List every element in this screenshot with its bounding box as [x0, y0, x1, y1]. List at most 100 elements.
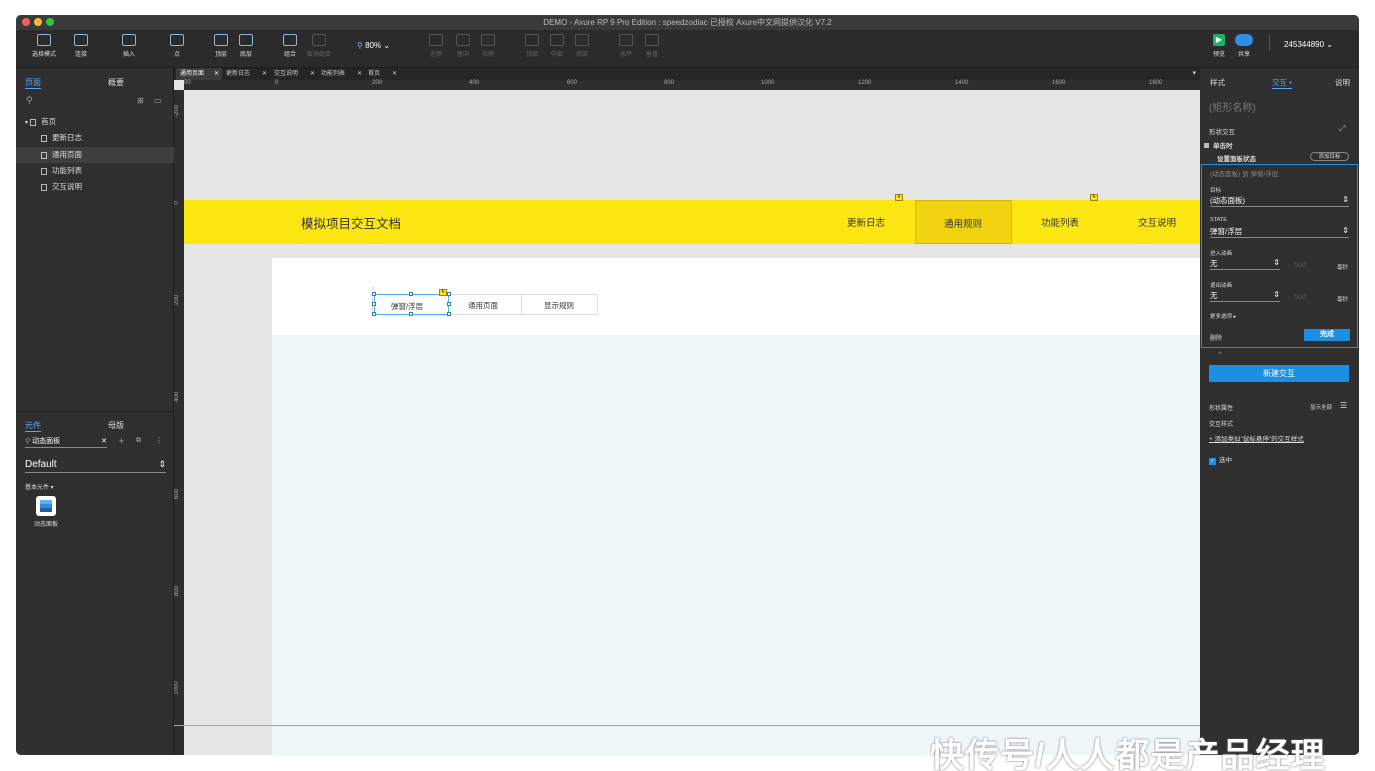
title-bar: DEMO - Axure RP 9 Pro Edition : speedzod…	[16, 15, 1359, 30]
resize-handle[interactable]	[409, 312, 413, 316]
page-item-changelog[interactable]: 更新日志	[16, 130, 174, 146]
ruler-label: -200	[174, 104, 181, 118]
tab-outline[interactable]: 概要	[108, 77, 124, 88]
event-row[interactable]: 单击时	[1204, 140, 1233, 150]
selected-checkbox[interactable]: ✓ 选中	[1209, 454, 1232, 465]
more-options-link[interactable]: 更多选项 ▸	[1210, 312, 1236, 320]
action-summary: (动态面板) 到 弹窗/浮层	[1210, 171, 1279, 178]
nav-interaction[interactable]: 交互说明	[1138, 215, 1176, 229]
resize-handle[interactable]	[372, 302, 376, 306]
menu-icon[interactable]: ☰	[1340, 401, 1347, 410]
add-action-icon[interactable]: +	[1218, 350, 1222, 357]
resize-handle[interactable]	[447, 312, 451, 316]
close-icon[interactable]: ✕	[262, 68, 267, 80]
tab-pages[interactable]: 页面	[25, 77, 41, 89]
doc-tab-general[interactable]: 通用页面 ✕	[176, 68, 222, 80]
exit-animation-select[interactable]: 无 ⇕	[1210, 290, 1280, 302]
subtab-general[interactable]: 通用页面	[452, 294, 522, 315]
exit-duration-input[interactable]: 500	[1294, 292, 1307, 301]
widget-dynamic-panel[interactable]: 动态面板	[30, 496, 62, 528]
close-icon[interactable]: ✕	[214, 68, 219, 80]
chevron-updown-icon: ⇕	[158, 459, 166, 469]
nav-general-rules[interactable]: 通用规则	[915, 200, 1012, 244]
resize-handle[interactable]	[409, 292, 413, 296]
lightning-icon[interactable]: ϟ	[439, 289, 447, 296]
tab-masters[interactable]: 母版	[108, 420, 124, 431]
account-menu[interactable]: 245344890 ⌄	[1284, 40, 1333, 49]
library-select[interactable]: Default ⇕	[25, 459, 166, 473]
add-library-icon[interactable]: +	[119, 436, 124, 446]
target-select[interactable]: (动态面板) ⇕	[1210, 195, 1349, 207]
rotate-handle-icon[interactable]: ♁	[371, 286, 376, 292]
caret-down-icon: ▾	[25, 120, 29, 126]
zoom-select[interactable]: ⚲ 80% ⌄	[357, 41, 390, 50]
nav-features[interactable]: 功能列表	[1041, 215, 1079, 229]
widget-search-input[interactable]: ⚲ 动态面板 ✕	[25, 436, 107, 448]
lightning-icon[interactable]: ϟ	[895, 194, 903, 201]
resize-handle[interactable]	[447, 302, 451, 306]
subtab-display-rules[interactable]: 显示规则	[526, 294, 596, 315]
tab-widgets[interactable]: 元件	[25, 420, 41, 432]
resize-handle[interactable]	[372, 292, 376, 296]
point-button[interactable]: 点	[157, 34, 197, 58]
page-item-interaction[interactable]: 交互说明	[16, 179, 174, 195]
ruler-label: 400	[469, 80, 480, 86]
tab-interaction[interactable]: 交互 •	[1272, 77, 1292, 89]
clear-icon[interactable]: ✕	[101, 436, 107, 448]
close-icon[interactable]: ✕	[392, 68, 397, 80]
category-header[interactable]: 基本元件 ▾	[25, 482, 54, 491]
show-all-link[interactable]: 显示全部	[1310, 403, 1332, 411]
state-select[interactable]: 弹窗/浮层 ⇕	[1210, 226, 1349, 238]
page-item-home[interactable]: ▾ 首页	[16, 114, 174, 130]
new-interaction-button[interactable]: 新建交互	[1209, 365, 1349, 382]
nav-changelog[interactable]: 更新日志	[847, 215, 885, 229]
add-page-icon[interactable]: ⊞	[137, 96, 144, 105]
ruler-label: 1200	[858, 80, 872, 86]
tab-notes[interactable]: 说明	[1335, 77, 1350, 88]
site-header[interactable]: 模拟项目交互文档 更新日志 通用规则 功能列表 交互说明	[184, 200, 1200, 244]
close-icon[interactable]: ✕	[357, 68, 362, 80]
enter-duration-input[interactable]: 500	[1294, 260, 1307, 269]
target-label: 目标	[1210, 188, 1222, 194]
distribute-vertical-button[interactable]: 垂直	[632, 34, 672, 58]
doc-tab-changelog[interactable]: 更新日志 ✕	[222, 68, 270, 80]
doc-tab-features[interactable]: 功能列表 ✕	[317, 68, 365, 80]
doc-tab-interaction[interactable]: 交互说明 ✕	[270, 68, 318, 80]
ms-unit: 毫秒	[1337, 265, 1349, 271]
select-mode-button[interactable]: 选择模式	[24, 34, 64, 58]
done-button[interactable]: 完成	[1304, 329, 1350, 341]
ungroup-button[interactable]: 取消组合	[299, 34, 339, 58]
share-button[interactable]: 共享	[1224, 34, 1264, 58]
tabs-menu-icon[interactable]: ▾	[1192, 69, 1196, 77]
enter-animation-select[interactable]: 无 ⇕	[1210, 258, 1280, 270]
connect-button[interactable]: 连接	[61, 34, 101, 58]
add-folder-icon[interactable]: ▭	[154, 96, 162, 105]
search-icon[interactable]: ⚲	[26, 95, 33, 106]
vertical-ruler: -200 0 200 400 600 800 1000	[174, 90, 184, 755]
expand-icon[interactable]: ⤢	[1339, 124, 1345, 134]
add-target-button[interactable]: 添加目标	[1310, 152, 1349, 161]
insert-button[interactable]: 插入	[109, 34, 149, 58]
maximize-window-button[interactable]	[46, 18, 54, 26]
chevron-updown-icon: ⇕	[1273, 290, 1280, 299]
chevron-updown-icon: ⇕	[1342, 195, 1349, 204]
add-hover-style-link[interactable]: + 添加类似"鼠标悬停"的交互样式	[1209, 433, 1304, 443]
delete-link[interactable]: 删除	[1210, 333, 1222, 342]
doc-tab-home[interactable]: 首页 ✕	[364, 68, 400, 80]
library-icon[interactable]: ⧉	[136, 437, 141, 445]
page-item-general[interactable]: 通用页面	[16, 147, 174, 163]
resize-handle[interactable]	[372, 312, 376, 316]
shape-name-input[interactable]: (矩形名称)	[1209, 99, 1256, 114]
close-window-button[interactable]	[22, 18, 30, 26]
lightning-icon[interactable]: ϟ	[1090, 194, 1098, 201]
page-item-features[interactable]: 功能列表	[16, 163, 174, 179]
align-bottom-button[interactable]: 底部	[562, 34, 602, 58]
send-to-bottom-button[interactable]: 底层	[226, 34, 266, 58]
more-icon[interactable]: ⋮	[155, 436, 163, 445]
minimize-window-button[interactable]	[34, 18, 42, 26]
page-icon	[30, 118, 37, 126]
close-icon[interactable]: ✕	[310, 68, 315, 80]
resize-handle[interactable]	[447, 292, 451, 296]
tab-style[interactable]: 样式	[1210, 77, 1225, 88]
align-right-button[interactable]: 右侧	[468, 34, 508, 58]
